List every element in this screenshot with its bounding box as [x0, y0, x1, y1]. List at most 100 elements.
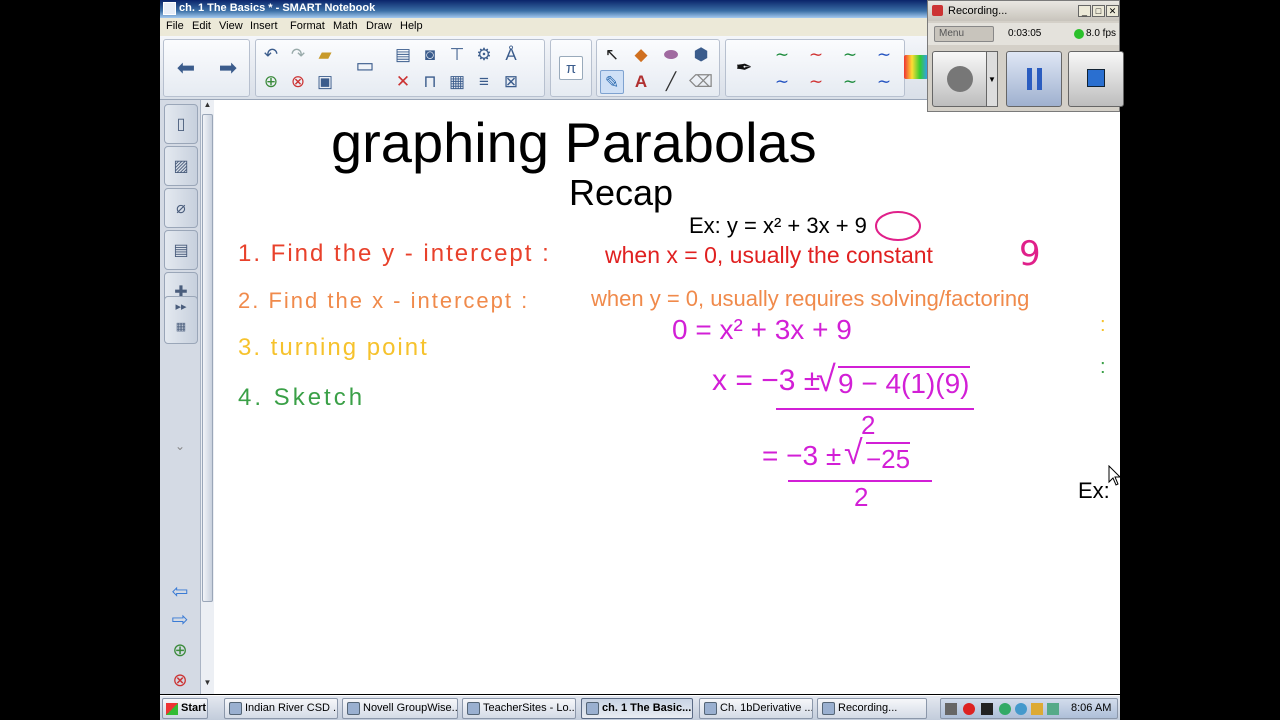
close-shape-icon[interactable]: ⊠: [499, 70, 523, 94]
menu-view[interactable]: View: [219, 20, 243, 32]
minimize-button[interactable]: _: [1078, 5, 1091, 17]
save-icon[interactable]: ▣: [313, 70, 337, 94]
pen-style-1-icon[interactable]: ∼: [770, 43, 794, 67]
resize-handle-icon[interactable]: ⌄: [168, 434, 192, 458]
app-icon: [163, 2, 176, 15]
menu-math[interactable]: Math: [333, 20, 357, 32]
select-pointer-icon[interactable]: ↖: [600, 43, 624, 67]
pen-style-4-icon[interactable]: ∼: [872, 43, 896, 67]
collapse-panel-tab[interactable]: ▸▸ ▦: [164, 296, 198, 344]
pen-style-3-icon[interactable]: ∼: [838, 43, 862, 67]
pen-style-5-icon[interactable]: ∼: [770, 70, 794, 94]
menu-help[interactable]: Help: [400, 20, 423, 32]
work-denominator-2: 2: [854, 482, 869, 512]
screen-capture-icon[interactable]: ◙: [418, 43, 442, 67]
eraser-icon[interactable]: ⬬: [659, 43, 683, 67]
undo-icon[interactable]: ↶: [259, 43, 283, 67]
pens-icon[interactable]: ✎: [600, 70, 624, 94]
text-tool-icon[interactable]: A: [629, 70, 653, 94]
color-palette-icon[interactable]: [904, 55, 928, 79]
status-green-dot-icon: [1074, 29, 1084, 39]
work-denominator-1: 2: [861, 410, 876, 440]
scroll-up-icon[interactable]: ▲: [202, 100, 213, 112]
pen-style-8-icon[interactable]: ∼: [872, 70, 896, 94]
tray-network-icon[interactable]: [999, 703, 1011, 715]
screen-display-icon[interactable]: ▭: [353, 54, 377, 78]
pause-icon: [1027, 68, 1032, 90]
page-sorter-tab[interactable]: ▯: [164, 104, 198, 144]
pen-style-2-icon[interactable]: ∼: [804, 43, 828, 67]
delete-page-icon[interactable]: ⊗: [286, 70, 310, 94]
gallery-tab[interactable]: ▨: [164, 146, 198, 186]
tray-shield-icon[interactable]: [1031, 703, 1043, 715]
next-page-icon[interactable]: ⇨: [168, 608, 192, 632]
record-options-dropdown[interactable]: ▼: [986, 51, 998, 107]
recorder-title: Recording...: [948, 5, 1008, 17]
scroll-down-icon[interactable]: ▼: [202, 678, 213, 690]
menu-file[interactable]: File: [166, 20, 184, 32]
menu-insert[interactable]: Insert: [250, 20, 278, 32]
open-folder-icon[interactable]: ▰: [313, 43, 337, 67]
side-scrollbar[interactable]: ▲ ▼: [200, 100, 214, 694]
close-button[interactable]: ✕: [1106, 5, 1119, 17]
scroll-thumb[interactable]: [202, 114, 213, 602]
paste-icon[interactable]: ▤: [391, 43, 415, 67]
pause-button[interactable]: [1006, 51, 1062, 107]
system-tray: 8:06 AM: [940, 698, 1118, 719]
task-groupwise[interactable]: Novell GroupWise...: [342, 698, 458, 719]
add-page-icon[interactable]: ⊕: [259, 70, 283, 94]
recorder-menu-dropdown[interactable]: Menu: [934, 26, 994, 42]
work-line-3-radicand: −25: [866, 442, 911, 474]
pen-style-7-icon[interactable]: ∼: [838, 70, 862, 94]
task-smart-notebook[interactable]: ch. 1 The Basic...: [581, 698, 693, 719]
work-line-1: 0 = x² + 3x + 9: [672, 314, 852, 345]
menu-edit[interactable]: Edit: [192, 20, 211, 32]
back-arrow-icon[interactable]: ⬅: [174, 56, 198, 80]
step-4-text: 4. Sketch: [238, 384, 366, 411]
stop-button[interactable]: [1068, 51, 1124, 107]
example-right-label: Ex:: [1078, 478, 1110, 503]
delete-icon[interactable]: ✕: [391, 70, 415, 94]
previous-page-icon[interactable]: ⇦: [168, 580, 192, 604]
screen-shade-icon[interactable]: ⊓: [418, 70, 442, 94]
redo-icon[interactable]: ↷: [286, 43, 310, 67]
pen-icon[interactable]: ✒: [732, 56, 756, 80]
magic-pen-icon[interactable]: ⌫: [689, 70, 713, 94]
menu-draw[interactable]: Draw: [366, 20, 392, 32]
table-tool-icon[interactable]: ⊤: [445, 43, 469, 67]
tray-globe-icon[interactable]: [1015, 703, 1027, 715]
menu-format[interactable]: Format: [290, 20, 325, 32]
math-tools-icon[interactable]: π: [559, 56, 583, 80]
align-icon[interactable]: ≡: [472, 70, 496, 94]
tray-app-icon[interactable]: [945, 703, 957, 715]
fill-icon[interactable]: ⬢: [689, 43, 713, 67]
maximize-button[interactable]: □: [1092, 5, 1105, 17]
tray-record-icon[interactable]: [963, 703, 975, 715]
task-derivative[interactable]: Ch. 1bDerivative ...: [699, 698, 813, 719]
compass-icon[interactable]: Å: [499, 43, 523, 67]
groupwise-icon: [347, 702, 360, 715]
answer-nine: 9: [1019, 234, 1041, 274]
notebook-icon: [586, 702, 599, 715]
add-page-side-icon[interactable]: ⊕: [168, 638, 192, 662]
forward-arrow-icon[interactable]: ➡: [216, 56, 240, 80]
task-teachersites[interactable]: TeacherSites - Lo...: [462, 698, 576, 719]
delete-page-side-icon[interactable]: ⊗: [168, 668, 192, 692]
tray-volume-icon[interactable]: [1047, 703, 1059, 715]
record-button[interactable]: [932, 51, 988, 107]
record-icon: [947, 66, 973, 92]
start-button[interactable]: Start: [162, 698, 208, 719]
line-tool-icon[interactable]: ╱: [659, 70, 683, 94]
properties-tab[interactable]: ▤: [164, 230, 198, 270]
whiteboard-canvas[interactable]: graphing Parabolas Recap Ex: y = x² + 3x…: [214, 100, 1120, 694]
tray-dc-icon[interactable]: [981, 703, 993, 715]
task-recording[interactable]: Recording...: [817, 698, 927, 719]
pen-style-6-icon[interactable]: ∼: [804, 70, 828, 94]
properties-icon[interactable]: ⚙: [472, 43, 496, 67]
shapes-icon[interactable]: ◆: [629, 43, 653, 67]
insert-table-icon[interactable]: ▦: [445, 70, 469, 94]
tray-clock: 8:06 AM: [1071, 702, 1112, 714]
windows-logo-icon: [166, 703, 178, 715]
attachments-tab[interactable]: ⌀: [164, 188, 198, 228]
task-indian-river[interactable]: Indian River CSD ...: [224, 698, 338, 719]
